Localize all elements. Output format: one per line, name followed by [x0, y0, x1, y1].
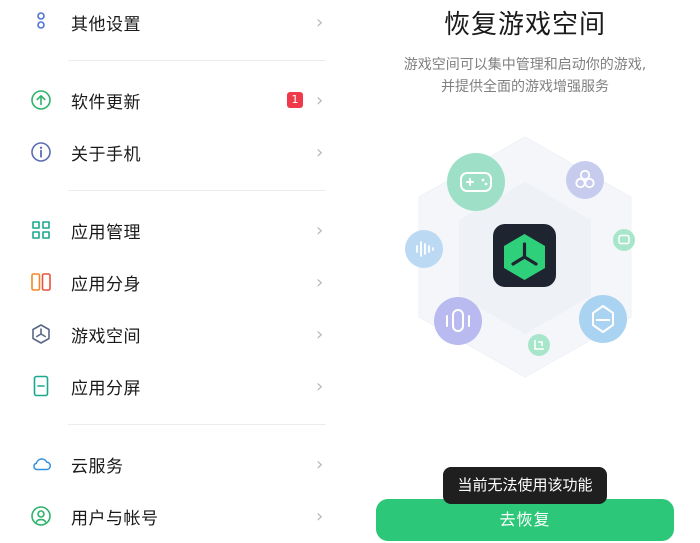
- about-phone-icon: [30, 141, 52, 163]
- settings-item-split-screen[interactable]: 应用分屏 ›: [0, 360, 350, 412]
- divider: [68, 424, 326, 425]
- settings-item-other[interactable]: 其他设置 ›: [0, 0, 350, 48]
- user-account-icon: [30, 505, 52, 527]
- settings-panel: 其他设置 › 软件更新 1 › 关于手机 › 应用管理 › 应用分身 › 游戏空…: [0, 0, 350, 543]
- crop-icon: [528, 334, 550, 356]
- software-update-icon: [30, 89, 52, 111]
- game-space-app-icon: [493, 224, 556, 287]
- game-space-icon: [30, 323, 52, 345]
- chevron-right-icon: ›: [316, 505, 324, 527]
- settings-item-label: 应用分屏: [71, 378, 141, 399]
- chevron-right-icon: ›: [316, 375, 324, 397]
- chevron-right-icon: ›: [316, 271, 324, 293]
- settings-item-label: 用户与帐号: [71, 508, 159, 529]
- settings-item-game-space[interactable]: 游戏空间 ›: [0, 308, 350, 360]
- settings-item-label: 应用管理: [71, 222, 141, 243]
- divider: [68, 60, 326, 61]
- settings-item-label: 其他设置: [71, 14, 141, 35]
- sound-wave-icon: [405, 230, 443, 268]
- chevron-right-icon: ›: [316, 219, 324, 241]
- game-space-illustration: [405, 136, 635, 378]
- settings-item-label: 游戏空间: [71, 326, 141, 347]
- chevron-right-icon: ›: [316, 89, 324, 111]
- settings-item-label: 关于手机: [71, 144, 141, 165]
- restore-button[interactable]: 去恢复: [376, 499, 674, 541]
- app-clone-icon: [30, 271, 52, 293]
- divider: [68, 190, 326, 191]
- chevron-right-icon: ›: [316, 11, 324, 33]
- settings-item-cloud-service[interactable]: 云服务 ›: [0, 438, 350, 490]
- game-space-panel: 恢复游戏空间 游戏空间可以集中管理和启动你的游戏, 并提供全面的游戏增强服务: [350, 0, 700, 543]
- microphone-icon: [434, 297, 482, 345]
- chevron-right-icon: ›: [316, 453, 324, 475]
- settings-item-app-management[interactable]: 应用管理 ›: [0, 204, 350, 256]
- app-management-icon: [30, 219, 52, 241]
- settings-item-about-phone[interactable]: 关于手机 ›: [0, 126, 350, 178]
- update-count-badge: 1: [287, 92, 303, 108]
- cloud-service-icon: [30, 453, 52, 475]
- gamepad-icon: [447, 153, 505, 211]
- more-settings-icon: [30, 11, 52, 33]
- settings-item-label: 云服务: [71, 456, 124, 477]
- settings-item-app-clone[interactable]: 应用分身 ›: [0, 256, 350, 308]
- settings-item-software-update[interactable]: 软件更新 1 ›: [0, 74, 350, 126]
- clover-icon: [566, 161, 604, 199]
- split-screen-icon: [30, 375, 52, 397]
- chevron-right-icon: ›: [316, 323, 324, 345]
- shield-icon: [579, 295, 627, 343]
- settings-item-user-account[interactable]: 用户与帐号 ›: [0, 490, 350, 542]
- chat-icon: [613, 229, 635, 251]
- chevron-right-icon: ›: [316, 141, 324, 163]
- settings-item-label: 应用分身: [71, 274, 141, 295]
- settings-item-label: 软件更新: [71, 92, 141, 113]
- toast-message: 当前无法使用该功能: [443, 467, 607, 504]
